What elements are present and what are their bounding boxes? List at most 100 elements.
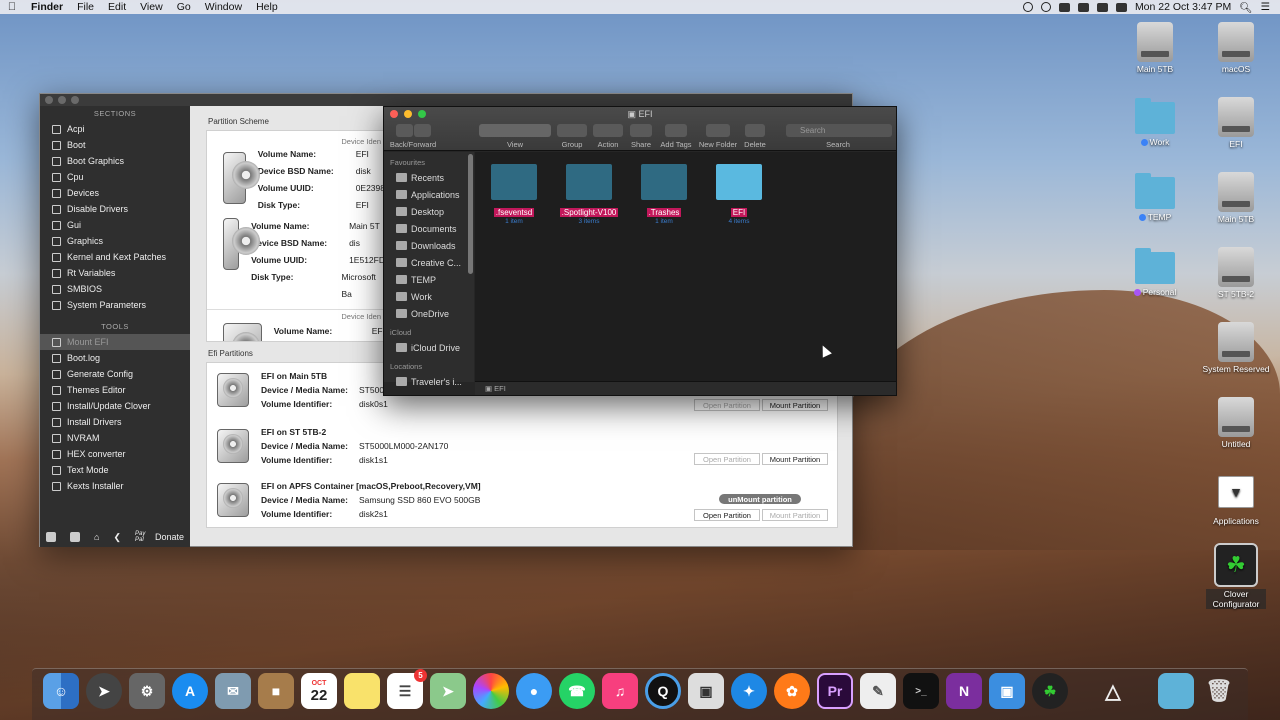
sidebar-item-system-parameters[interactable]: System Parameters <box>40 297 190 313</box>
share-icon[interactable]: ❮ <box>113 532 121 543</box>
sidebar-item-cpu[interactable]: Cpu <box>40 169 190 185</box>
desktop-folder-work[interactable]: Work <box>1120 98 1190 147</box>
sidebar-item-boot-log[interactable]: Boot.log <box>40 350 190 366</box>
reminders-dock-icon[interactable]: ☰ 5 <box>387 669 427 709</box>
sidebar-item-mount-efi[interactable]: Mount EFI <box>40 334 190 350</box>
sidebar-item-install-update-clover[interactable]: Install/Update Clover <box>40 398 190 414</box>
mount-partition-button[interactable]: Mount Partition <box>762 509 828 521</box>
scheme-entry[interactable]: Volume Name: EFI Device BSD Name: disk Vol… <box>207 149 385 214</box>
sidebar-item-disable-drivers[interactable]: Disable Drivers <box>40 201 190 217</box>
sidebar-item-temp[interactable]: TEMP <box>384 271 474 288</box>
sidebar-item-gui[interactable]: Gui <box>40 217 190 233</box>
menu-app-name[interactable]: Finder <box>24 1 70 13</box>
action-button[interactable] <box>593 124 623 137</box>
textedit-dock-icon[interactable]: ✎ <box>860 673 896 709</box>
sidebar-item-downloads[interactable]: Downloads <box>384 237 474 254</box>
bluetooth-icon[interactable] <box>1077 2 1089 12</box>
notes-dock-icon[interactable] <box>344 673 380 709</box>
desktop-drive-untitled[interactable]: Untitled <box>1201 397 1271 449</box>
open-partition-button[interactable]: Open Partition <box>694 509 760 521</box>
minimize-button[interactable] <box>58 96 66 104</box>
desktop-folder-temp[interactable]: TEMP <box>1120 173 1190 222</box>
trash-dock-icon[interactable]: 🗑︎ <box>1201 673 1237 709</box>
file-item[interactable]: EFI 4 items <box>704 160 774 225</box>
file-item[interactable]: .Trashes 1 item <box>629 160 699 225</box>
clover-status-icon[interactable] <box>1040 2 1051 12</box>
desktop-drive-main-5tb[interactable]: Main 5TB <box>1120 22 1190 74</box>
menu-go[interactable]: Go <box>170 1 198 13</box>
sidebar-item-creative-cloud[interactable]: Creative C... <box>384 254 474 271</box>
open-partition-button[interactable]: Open Partition <box>694 453 760 465</box>
launchpad-dock-icon[interactable]: ➤ <box>86 673 122 709</box>
desktop-drive-main-5tb-2[interactable]: Main 5TB <box>1201 172 1271 224</box>
quicktime-dock-icon[interactable]: Q <box>645 673 681 709</box>
sidebar-scrollbar[interactable] <box>468 154 473 274</box>
sidebar-item-recents[interactable]: Recents <box>384 169 474 186</box>
search-input[interactable]: Search <box>786 124 892 137</box>
desktop-drive-st-5tb-2[interactable]: ST 5TB-2 <box>1201 247 1271 299</box>
sidebar-item-documents[interactable]: Documents <box>384 220 474 237</box>
wifi-icon[interactable] <box>1096 2 1108 12</box>
sidebar-item-devices[interactable]: Devices <box>40 185 190 201</box>
efi-partition-row[interactable]: EFI on APFS Container [macOS,Preboot,Rec… <box>207 473 837 527</box>
sidebar-item-rt-variables[interactable]: Rt Variables <box>40 265 190 281</box>
sidebar-item-nvram[interactable]: NVRAM <box>40 430 190 446</box>
desktop-drive-macos[interactable]: macOS <box>1201 22 1271 74</box>
menu-file[interactable]: File <box>70 1 101 13</box>
messages-dock-icon[interactable]: ● <box>516 673 552 709</box>
menu-window[interactable]: Window <box>198 1 249 13</box>
sidebar-item-acpi[interactable]: Acpi <box>40 121 190 137</box>
file-item[interactable]: .Spotlight-V100 3 items <box>554 160 624 225</box>
desktop-folder-personal[interactable]: Personal <box>1120 248 1190 297</box>
donate-button[interactable]: Donate <box>155 532 184 542</box>
add-tags-button[interactable] <box>665 124 687 137</box>
sidebar-item-smbios[interactable]: SMBIOS <box>40 281 190 297</box>
premiere-pro-dock-icon[interactable]: Pr <box>817 673 853 709</box>
downloads-stack-dock-icon[interactable] <box>1158 673 1194 709</box>
sidebar-item-applications[interactable]: Applications <box>384 186 474 203</box>
sidebar-item-boot[interactable]: Boot <box>40 137 190 153</box>
close-button[interactable] <box>45 96 53 104</box>
apple-menu-icon[interactable]:  <box>0 1 24 13</box>
zoom-button[interactable] <box>71 96 79 104</box>
clover-configurator-dock-icon[interactable]: ☘ <box>1032 673 1068 709</box>
sidebar-item-kernel-kext-patches[interactable]: Kernel and Kext Patches <box>40 249 190 265</box>
onenote-dock-icon[interactable]: N <box>946 673 982 709</box>
desktop-drive-efi[interactable]: EFI <box>1201 97 1271 149</box>
sidebar-item-location[interactable]: Traveler's i... <box>384 373 474 390</box>
screenshot-dock-icon[interactable]: ▣ <box>688 673 724 709</box>
whatsapp-dock-icon[interactable]: ☎ <box>559 673 595 709</box>
safari-dock-icon[interactable]: ✦ <box>731 673 767 709</box>
sidebar-item-icloud-drive[interactable]: iCloud Drive <box>384 339 474 356</box>
view-switcher[interactable] <box>479 124 551 137</box>
network-radar-dock-icon[interactable]: △ <box>1095 673 1131 709</box>
scheme-entry[interactable]: Volume Name:EFI Device BSD Name:dis <box>207 323 385 341</box>
export-icon[interactable] <box>70 532 80 542</box>
screen-record-icon[interactable] <box>1022 2 1033 12</box>
sidebar-item-generate-config[interactable]: Generate Config <box>40 366 190 382</box>
sidebar-item-hex-converter[interactable]: HEX converter <box>40 446 190 462</box>
sidebar-item-kexts-installer[interactable]: Kexts Installer <box>40 478 190 494</box>
home-icon[interactable]: ⌂ <box>94 532 99 542</box>
group-button[interactable] <box>557 124 587 137</box>
sidebar-item-onedrive[interactable]: OneDrive <box>384 305 474 322</box>
path-bar-item[interactable]: EFI <box>494 384 506 393</box>
efi-partition-row[interactable]: EFI on ST 5TB-2 Device / Media Name: ST50… <box>207 419 837 473</box>
mount-partition-button[interactable]: Mount Partition <box>762 453 828 465</box>
spotlight-icon[interactable]: 🔍︎ <box>1239 1 1252 14</box>
calendar-dock-icon[interactable]: OCT 22 <box>301 673 337 709</box>
cloud-icon[interactable] <box>1058 2 1070 12</box>
new-folder-button[interactable] <box>706 124 730 137</box>
sidebar-item-graphics[interactable]: Graphics <box>40 233 190 249</box>
maps-dock-icon[interactable]: ➤ <box>430 673 466 709</box>
desktop-drive-system-reserved[interactable]: System Reserved <box>1197 322 1275 374</box>
file-item[interactable]: .fseventsd 1 item <box>479 160 549 225</box>
share-button[interactable] <box>630 124 652 137</box>
desktop-applications[interactable]: ▼ Applications <box>1201 474 1271 526</box>
mount-partition-button[interactable]: Mount Partition <box>762 399 828 411</box>
notification-center-icon[interactable]: ☰ <box>1261 1 1270 13</box>
sidebar-item-work[interactable]: Work <box>384 288 474 305</box>
open-partition-button[interactable]: Open Partition <box>694 399 760 411</box>
sidebar-item-themes-editor[interactable]: Themes Editor <box>40 382 190 398</box>
system-preferences-dock-icon[interactable]: ⚙ <box>129 673 165 709</box>
